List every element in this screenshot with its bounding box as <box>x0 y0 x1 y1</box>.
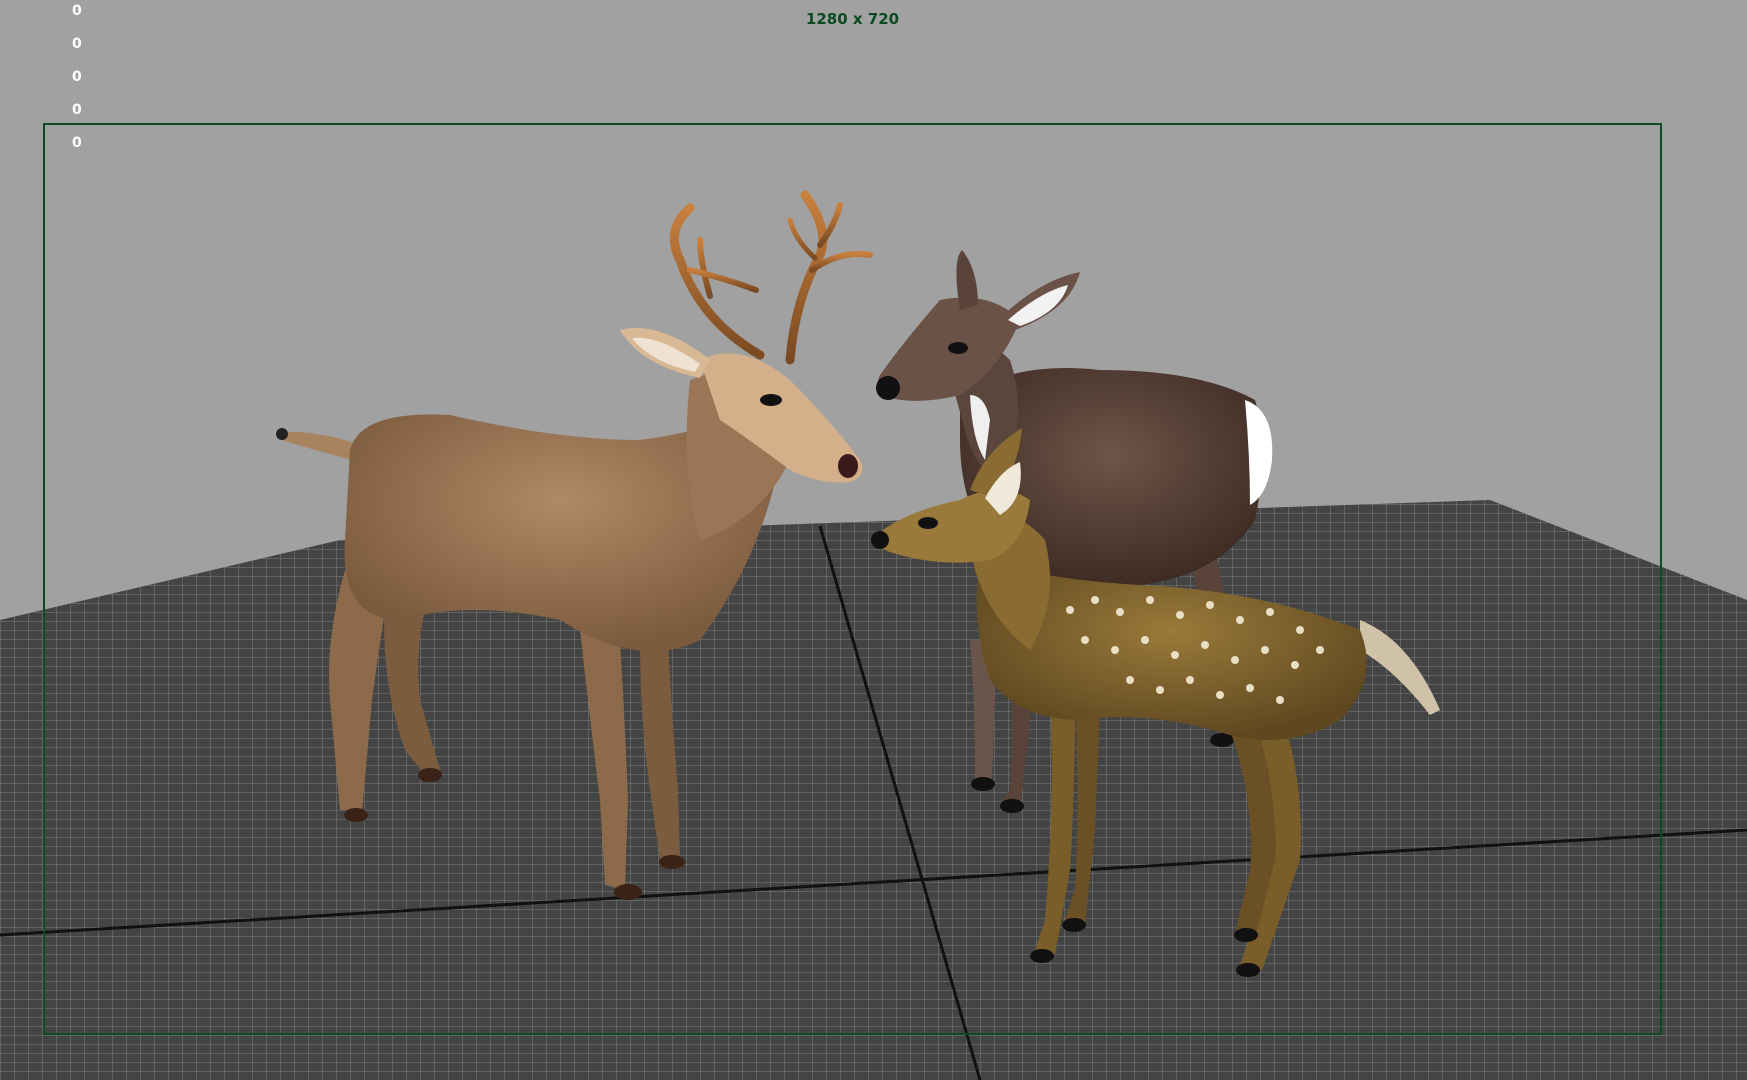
grid-floor <box>0 500 1747 1080</box>
hud-counter: 0 <box>72 3 82 19</box>
hud-counter: 0 <box>72 69 82 85</box>
resolution-label: 1280 x 720 <box>805 10 900 28</box>
maya-viewport[interactable]: 1280 x 720 0 0 0 0 0 <box>0 0 1747 1080</box>
hud-counter: 0 <box>72 135 82 151</box>
antlers <box>669 190 873 365</box>
hud-counters: 0 0 0 0 0 <box>72 3 82 151</box>
hud-counter: 0 <box>72 102 82 118</box>
hud-counter: 0 <box>72 36 82 52</box>
viewport-scene[interactable] <box>0 0 1747 1080</box>
